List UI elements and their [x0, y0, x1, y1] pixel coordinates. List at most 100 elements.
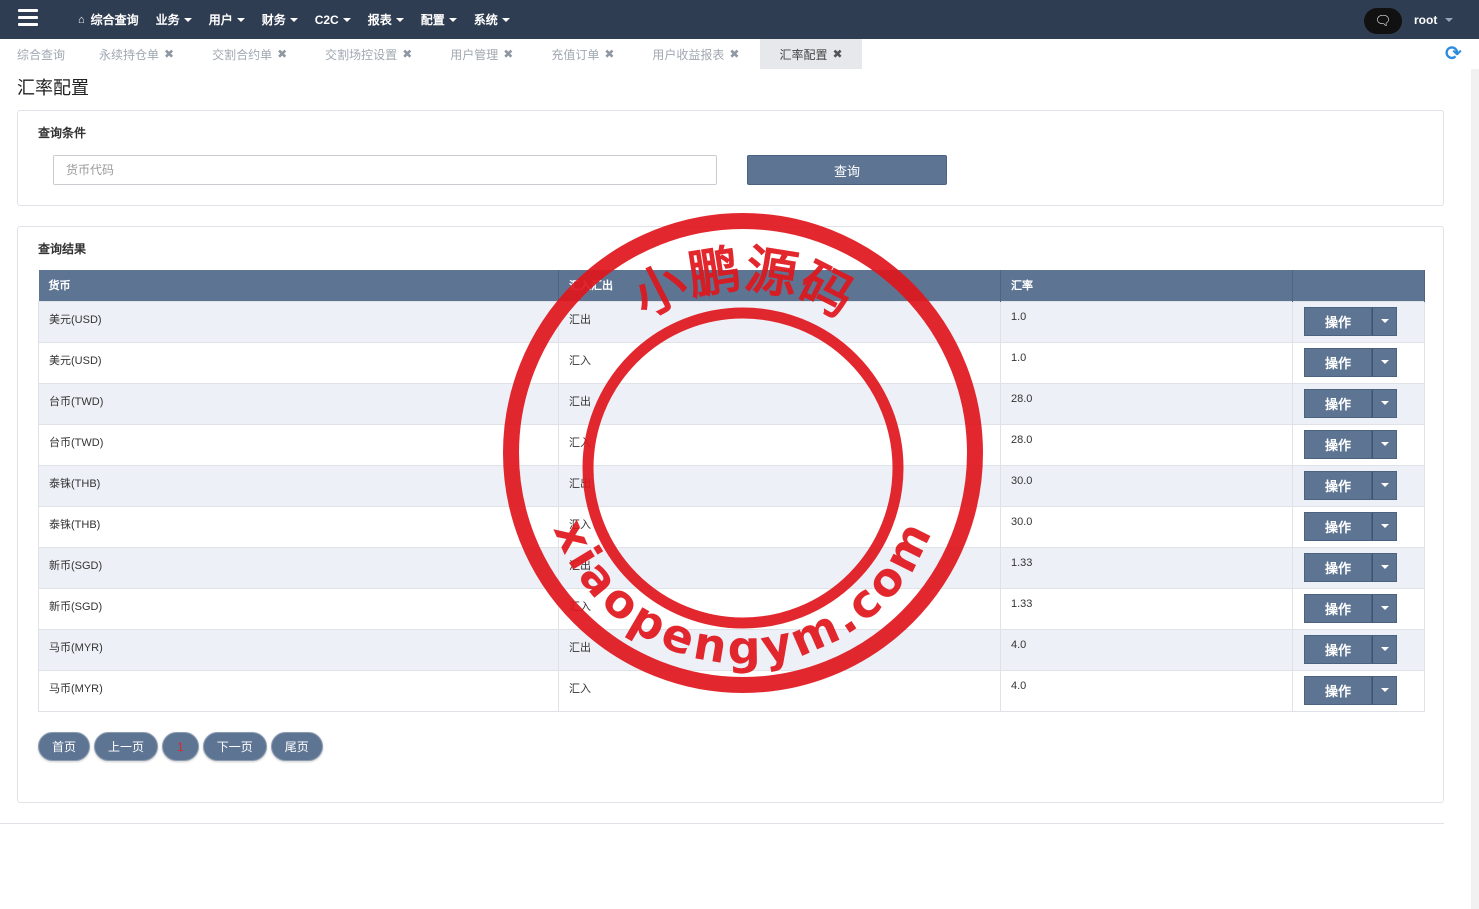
tab-1[interactable]: 永续持仓单 ✖ [99, 39, 174, 69]
action-dropdown-toggle[interactable] [1372, 511, 1397, 541]
hamburger-menu-icon[interactable] [18, 9, 38, 27]
table-header-row: 货币 汇入汇出 汇率 [38, 270, 1425, 301]
action-button[interactable]: 操作 [1304, 347, 1372, 377]
table-row: 台币(TWD) 汇出 28.0 操作 [38, 382, 1425, 425]
action-dropdown-toggle[interactable] [1372, 593, 1397, 623]
nav-item-0[interactable]: ⌂ 综合查询 [78, 11, 139, 28]
user-menu[interactable]: root [1414, 13, 1454, 27]
action-button-group: 操作 [1304, 634, 1397, 664]
close-icon[interactable]: ✖ [503, 47, 513, 61]
cell-direction: 汇入 [558, 669, 1001, 712]
action-button[interactable]: 操作 [1304, 675, 1372, 705]
prev-page-button[interactable]: 上一页 [94, 732, 159, 761]
action-button[interactable]: 操作 [1304, 634, 1372, 664]
table-row: 美元(USD) 汇出 1.0 操作 [38, 300, 1425, 343]
chat-icon[interactable]: 🗨 [1364, 8, 1402, 34]
action-dropdown-toggle[interactable] [1372, 552, 1397, 582]
action-dropdown-toggle[interactable] [1372, 347, 1397, 377]
nav-item-label: 报表 [367, 13, 392, 27]
pagination: 首页 上一页 1 下一页 尾页 [38, 732, 327, 761]
chevron-down-icon [395, 17, 404, 22]
action-button-group: 操作 [1304, 675, 1397, 705]
tab-7[interactable]: 汇率配置 ✖ [760, 39, 862, 69]
nav-item-7[interactable]: 系统 [474, 11, 510, 28]
tab-4[interactable]: 用户管理 ✖ [450, 39, 513, 69]
nav-item-1[interactable]: 业务 [156, 11, 192, 28]
cell-currency: 新币(SGD) [38, 587, 559, 630]
action-dropdown-toggle[interactable] [1372, 634, 1397, 664]
tab-label: 用户收益报表 [652, 47, 725, 62]
top-navbar: ⌂ 综合查询 业务 用户 财务 C2C 报表 配置 系统 🗨 root [0, 0, 1479, 39]
tab-label: 综合查询 [17, 47, 66, 62]
cell-currency: 美元(USD) [38, 300, 559, 343]
tab-0[interactable]: 综合查询 [17, 39, 65, 69]
nav-item-label: 配置 [420, 13, 445, 27]
action-button-group: 操作 [1304, 470, 1397, 500]
cell-direction: 汇入 [558, 505, 1001, 548]
action-button-group: 操作 [1304, 429, 1397, 459]
cell-actions: 操作 [1292, 587, 1425, 630]
action-dropdown-toggle[interactable] [1372, 675, 1397, 705]
chevron-down-icon [1380, 688, 1389, 692]
table-row: 新币(SGD) 汇入 1.33 操作 [38, 587, 1425, 630]
last-page-button[interactable]: 尾页 [270, 732, 323, 761]
tab-3[interactable]: 交割场控设置 ✖ [325, 39, 412, 69]
cell-rate: 4.0 [1000, 628, 1293, 671]
rate-table: 货币 汇入汇出 汇率 美元(USD) 汇出 1.0 操作 美元(USD) 汇入 1.0 操作台… [38, 270, 1425, 712]
action-button[interactable]: 操作 [1304, 470, 1372, 500]
action-button[interactable]: 操作 [1304, 593, 1372, 623]
action-dropdown-toggle[interactable] [1372, 388, 1397, 418]
action-button[interactable]: 操作 [1304, 429, 1372, 459]
cell-rate: 4.0 [1000, 669, 1293, 712]
table-row: 马币(MYR) 汇入 4.0 操作 [38, 669, 1425, 712]
refresh-icon[interactable]: ⟳ [1445, 44, 1465, 64]
table-row: 美元(USD) 汇入 1.0 操作 [38, 341, 1425, 384]
chevron-down-icon [448, 17, 457, 22]
close-icon[interactable]: ✖ [833, 47, 843, 61]
search-button[interactable]: 查询 [747, 155, 947, 185]
chevron-down-icon [1380, 319, 1389, 323]
nav-item-6[interactable]: 配置 [421, 11, 457, 28]
close-icon[interactable]: ✖ [604, 47, 614, 61]
cell-currency: 马币(MYR) [38, 628, 559, 671]
action-button-group: 操作 [1304, 347, 1397, 377]
currency-code-input[interactable] [53, 155, 717, 185]
close-icon[interactable]: ✖ [402, 47, 412, 61]
action-button[interactable]: 操作 [1304, 306, 1372, 336]
cell-currency: 台币(TWD) [38, 382, 559, 425]
nav-item-5[interactable]: 报表 [368, 11, 404, 28]
chevron-down-icon [501, 17, 510, 22]
action-button[interactable]: 操作 [1304, 511, 1372, 541]
current-page-button[interactable]: 1 [162, 732, 199, 761]
cell-actions: 操作 [1292, 341, 1425, 384]
scrollbar-track[interactable] [1471, 69, 1479, 909]
chevron-down-icon [1380, 606, 1389, 610]
action-button[interactable]: 操作 [1304, 388, 1372, 418]
cell-actions: 操作 [1292, 628, 1425, 671]
chevron-down-icon [289, 17, 298, 22]
nav-item-3[interactable]: 财务 [262, 11, 298, 28]
close-icon[interactable]: ✖ [164, 47, 174, 61]
first-page-button[interactable]: 首页 [38, 732, 91, 761]
nav-item-4[interactable]: C2C [315, 13, 351, 27]
next-page-button[interactable]: 下一页 [202, 732, 267, 761]
cell-actions: 操作 [1292, 464, 1425, 507]
action-dropdown-toggle[interactable] [1372, 429, 1397, 459]
tab-5[interactable]: 充值订单 ✖ [551, 39, 614, 69]
action-dropdown-toggle[interactable] [1372, 470, 1397, 500]
cell-actions: 操作 [1292, 505, 1425, 548]
action-button-group: 操作 [1304, 552, 1397, 582]
action-dropdown-toggle[interactable] [1372, 306, 1397, 336]
cell-currency: 新币(SGD) [38, 546, 559, 589]
nav-item-2[interactable]: 用户 [209, 11, 245, 28]
action-button-group: 操作 [1304, 388, 1397, 418]
tab-6[interactable]: 用户收益报表 ✖ [652, 39, 739, 69]
close-icon[interactable]: ✖ [729, 47, 739, 61]
action-button[interactable]: 操作 [1304, 552, 1372, 582]
footer-divider [0, 823, 1444, 824]
close-icon[interactable]: ✖ [277, 47, 287, 61]
nav-item-label: 用户 [208, 13, 233, 27]
chevron-down-icon [1380, 442, 1389, 446]
tab-2[interactable]: 交割合约单 ✖ [212, 39, 287, 69]
cell-actions: 操作 [1292, 382, 1425, 425]
